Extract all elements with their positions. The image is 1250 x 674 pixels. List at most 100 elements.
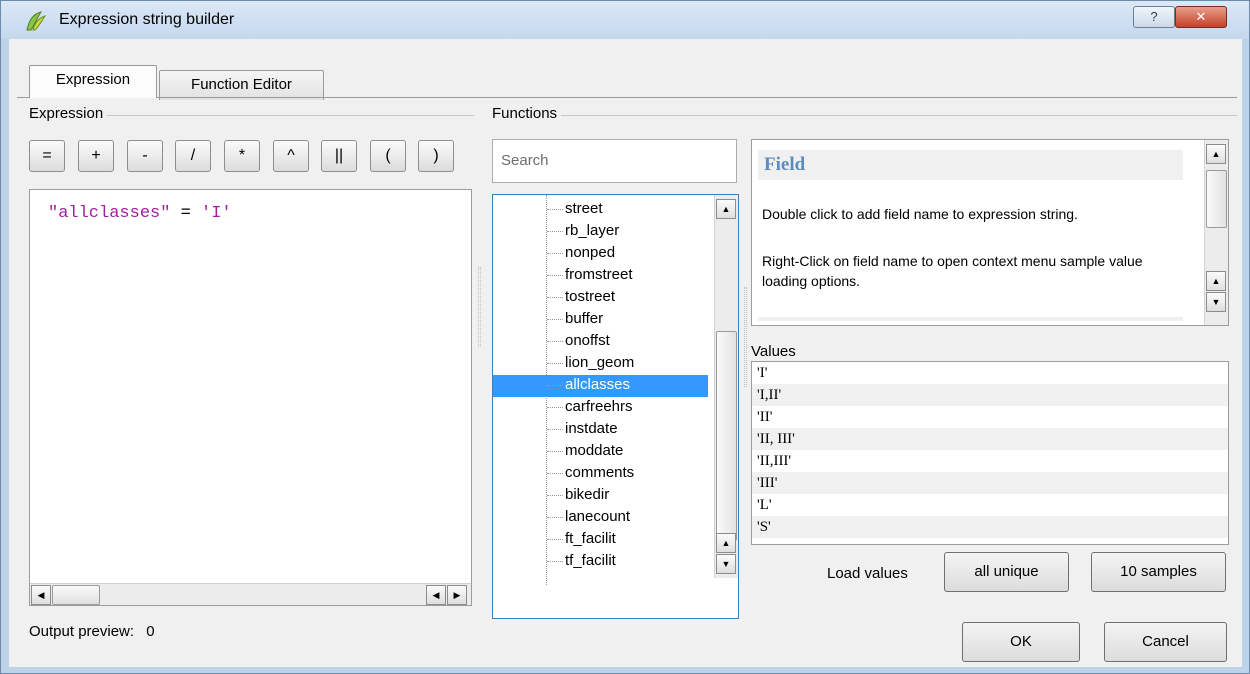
functions-group-rule bbox=[492, 115, 1237, 116]
value-item[interactable]: 'II, III' bbox=[752, 428, 1228, 450]
help-icon: ? bbox=[1150, 9, 1158, 24]
scroll-up-icon[interactable]: ▲ bbox=[1206, 144, 1226, 164]
scroll-right-icon[interactable]: ▶ bbox=[447, 585, 467, 605]
scroll-thumb[interactable] bbox=[1206, 170, 1227, 228]
scroll-left-icon[interactable]: ◀ bbox=[31, 585, 51, 605]
tree-item[interactable]: rb_layer bbox=[493, 221, 708, 243]
tree-item-label: buffer bbox=[565, 310, 604, 327]
value-item[interactable]: 'III' bbox=[752, 472, 1228, 494]
tree-item-label: bikedir bbox=[565, 486, 610, 503]
tree-item[interactable]: comments bbox=[493, 463, 708, 485]
value-item[interactable]: 'I,II' bbox=[752, 384, 1228, 406]
cancel-button[interactable]: Cancel bbox=[1104, 622, 1227, 662]
tree-item-label: instdate bbox=[565, 420, 618, 437]
scroll-thumb[interactable] bbox=[716, 331, 737, 541]
operator-label: ^ bbox=[287, 147, 295, 164]
operator-open-paren-button[interactable]: ( bbox=[370, 140, 406, 172]
expression-editor[interactable]: "allclasses" = 'I' ◀ ◀ ▶ bbox=[29, 189, 472, 606]
expression-builder-window: Expression string builder ? ✕ Expression… bbox=[0, 0, 1250, 674]
load-all-unique-button[interactable]: all unique bbox=[944, 552, 1069, 592]
scroll-up-icon[interactable]: ▲ bbox=[716, 199, 736, 219]
tree-item[interactable]: lanecount bbox=[493, 507, 708, 529]
tree-item-selected[interactable]: allclasses bbox=[493, 375, 708, 397]
tree-item[interactable]: street bbox=[493, 199, 708, 221]
tab-function-editor-label: Function Editor bbox=[191, 76, 292, 93]
tree-item[interactable]: instdate bbox=[493, 419, 708, 441]
window-title: Expression string builder bbox=[59, 11, 235, 28]
operator-concat-button[interactable]: || bbox=[321, 140, 357, 172]
expression-field-token: "allclasses" bbox=[48, 204, 171, 223]
expression-value-token: 'I' bbox=[201, 204, 232, 223]
operator-minus-button[interactable]: - bbox=[127, 140, 163, 172]
value-item[interactable]: 'II' bbox=[752, 406, 1228, 428]
operator-equals-button[interactable]: = bbox=[29, 140, 65, 172]
close-button[interactable]: ✕ bbox=[1175, 6, 1227, 28]
tab-divider bbox=[17, 97, 1237, 98]
load-10-samples-button[interactable]: 10 samples bbox=[1091, 552, 1226, 592]
tree-item[interactable]: moddate bbox=[493, 441, 708, 463]
tree-item[interactable]: ft_facilit bbox=[493, 529, 708, 551]
tree-item[interactable]: carfreehrs bbox=[493, 397, 708, 419]
operator-power-button[interactable]: ^ bbox=[273, 140, 309, 172]
tree-item[interactable]: onoffst bbox=[493, 331, 708, 353]
dialog-body: Expression Function Editor Expression = … bbox=[9, 39, 1242, 667]
function-search-input[interactable]: Search bbox=[492, 139, 737, 183]
scroll-left-icon[interactable]: ◀ bbox=[426, 585, 446, 605]
help-button[interactable]: ? bbox=[1133, 6, 1175, 28]
tree-item-label: ft_facilit bbox=[565, 530, 616, 547]
help-text-right-click: Right-Click on field name to open contex… bbox=[762, 253, 1143, 289]
output-preview: Output preview: 0 bbox=[29, 623, 155, 640]
value-item[interactable]: 'L' bbox=[752, 494, 1228, 516]
scroll-down-icon[interactable]: ▼ bbox=[1206, 292, 1226, 312]
ok-button[interactable]: OK bbox=[962, 622, 1080, 662]
tree-item-label: tf_facilit bbox=[565, 552, 616, 569]
operator-label: / bbox=[190, 147, 196, 164]
operator-label: + bbox=[91, 147, 101, 164]
expression-group-label: Expression bbox=[29, 105, 108, 122]
value-item[interactable]: 'II,III' bbox=[752, 450, 1228, 472]
output-preview-value: 0 bbox=[146, 623, 155, 640]
function-tree[interactable]: street rb_layer nonped fromstreet tostre… bbox=[492, 194, 739, 619]
operator-multiply-button[interactable]: * bbox=[224, 140, 260, 172]
tree-item-label: onoffst bbox=[565, 332, 610, 349]
help-title: Field bbox=[758, 150, 1183, 180]
tree-item-label: moddate bbox=[565, 442, 624, 459]
tree-item[interactable]: tostreet bbox=[493, 287, 708, 309]
tab-expression-label: Expression bbox=[55, 71, 131, 88]
qgis-logo-icon bbox=[26, 11, 47, 31]
splitter-handle[interactable] bbox=[744, 287, 747, 387]
function-tree-vertical-scrollbar[interactable]: ▲ ▲ ▼ bbox=[714, 195, 738, 578]
value-item[interactable]: 'I' bbox=[752, 362, 1228, 384]
tree-item[interactable]: fromstreet bbox=[493, 265, 708, 287]
tree-item-label: comments bbox=[565, 464, 635, 481]
scroll-up-icon[interactable]: ▲ bbox=[716, 533, 736, 553]
scroll-down-icon[interactable]: ▼ bbox=[716, 554, 736, 574]
tree-item-label: nonped bbox=[565, 244, 616, 261]
operator-label: ( bbox=[385, 147, 391, 164]
operator-label: = bbox=[42, 147, 52, 164]
tree-item[interactable]: buffer bbox=[493, 309, 708, 331]
tab-expression[interactable]: Expression bbox=[29, 65, 157, 98]
operator-plus-button[interactable]: + bbox=[78, 140, 114, 172]
value-item[interactable]: 'S' bbox=[752, 516, 1228, 538]
tab-function-editor[interactable]: Function Editor bbox=[159, 70, 324, 100]
expression-horizontal-scrollbar[interactable]: ◀ ◀ ▶ bbox=[30, 583, 471, 605]
splitter-handle[interactable] bbox=[478, 267, 481, 347]
operator-close-paren-button[interactable]: ) bbox=[418, 140, 454, 172]
help-divider bbox=[758, 317, 1183, 321]
help-vertical-scrollbar[interactable]: ▲ ▲ ▼ bbox=[1204, 140, 1228, 325]
scroll-thumb[interactable] bbox=[52, 585, 100, 605]
tree-item[interactable]: bikedir bbox=[493, 485, 708, 507]
operator-label: || bbox=[334, 147, 344, 164]
values-list[interactable]: 'I' 'I,II' 'II' 'II, III' 'II,III' 'III'… bbox=[751, 361, 1229, 545]
tree-item-label: carfreehrs bbox=[565, 398, 633, 415]
scroll-up-icon[interactable]: ▲ bbox=[1206, 271, 1226, 291]
tree-item-label: allclasses bbox=[565, 376, 631, 393]
tree-item[interactable]: nonped bbox=[493, 243, 708, 265]
help-panel: Field Double click to add field name to … bbox=[751, 139, 1229, 326]
tree-item[interactable]: tf_facilit bbox=[493, 551, 708, 573]
operator-divide-button[interactable]: / bbox=[175, 140, 211, 172]
expression-operator-token: = bbox=[170, 204, 202, 223]
tree-item-label: fromstreet bbox=[565, 266, 633, 283]
tree-item[interactable]: lion_geom bbox=[493, 353, 708, 375]
